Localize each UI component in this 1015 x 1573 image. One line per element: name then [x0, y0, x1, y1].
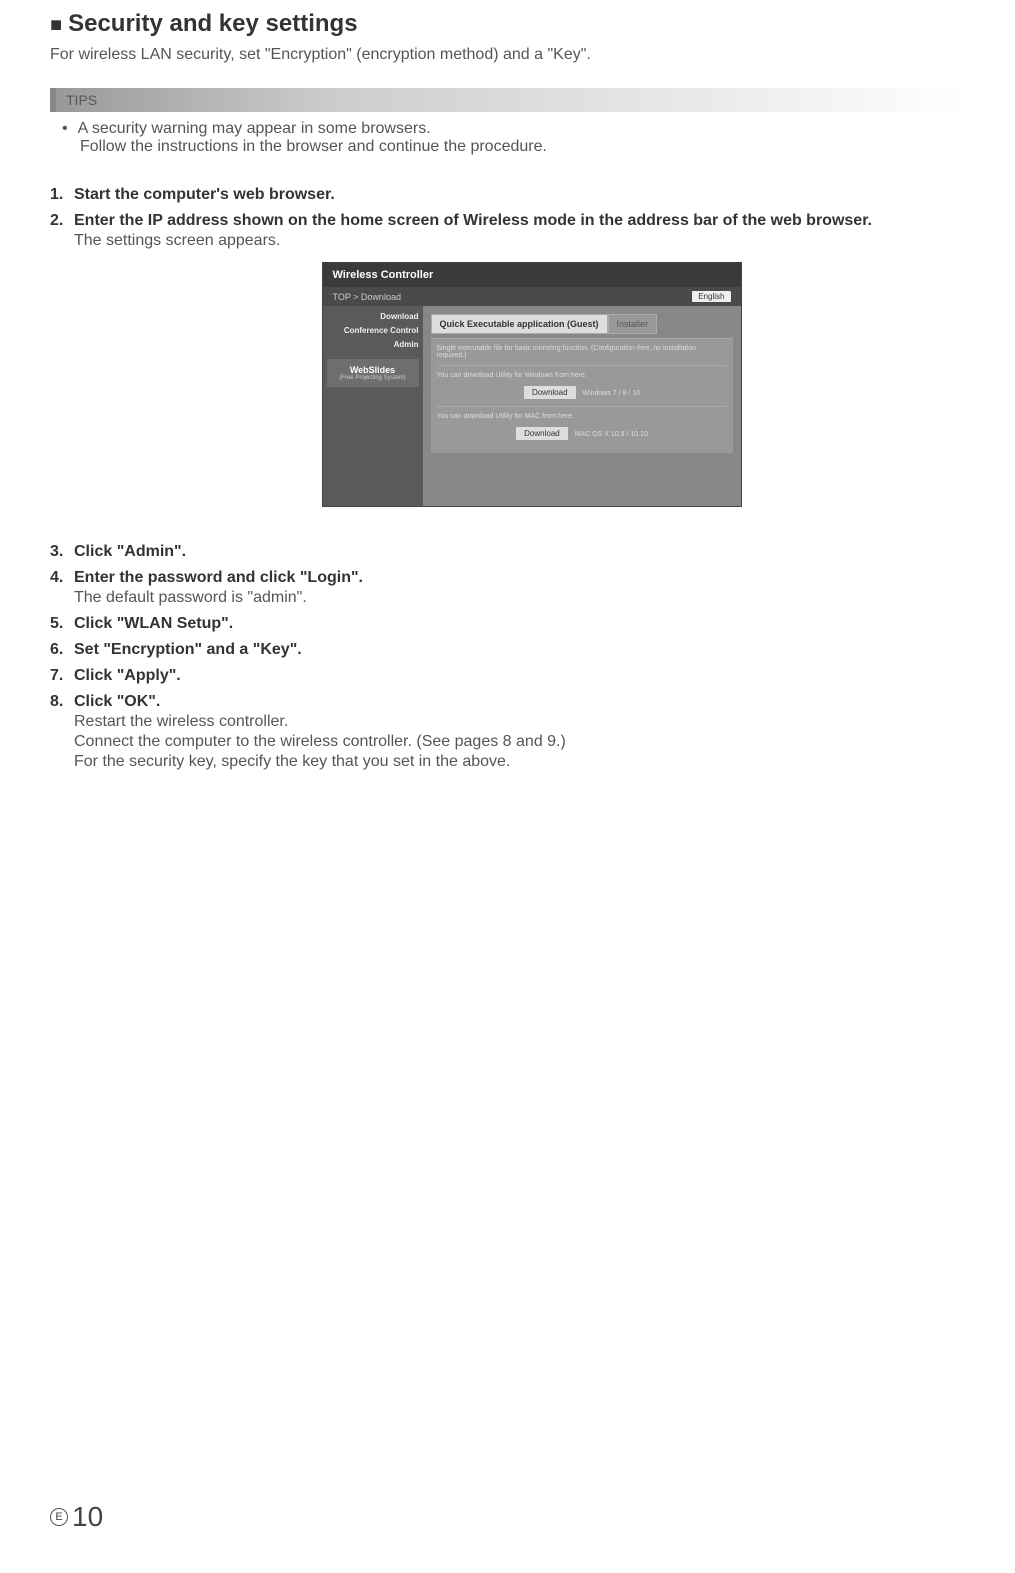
step-number: 1. — [50, 186, 74, 204]
step-text: Set "Encryption" and a "Key". — [74, 641, 965, 659]
download-windows-button[interactable]: Download — [523, 385, 577, 400]
screenshot-panel: Single executable file for basic mirrori… — [431, 338, 733, 453]
step-text: Enter the password and click "Login". — [74, 569, 965, 587]
step-6: 6. Set "Encryption" and a "Key". — [50, 641, 965, 659]
sidebar-item-admin[interactable]: Admin — [327, 340, 419, 349]
mac-text: You can download Utility for MAC from he… — [437, 413, 727, 420]
tips-header: TIPS — [50, 88, 965, 112]
sidebar-item-download[interactable]: Download — [327, 312, 419, 321]
windows-os-label: Windows 7 / 8 / 10 — [582, 390, 640, 397]
intro-text: For wireless LAN security, set "Encrypti… — [50, 46, 965, 64]
page-number: 10 — [72, 1501, 103, 1533]
step-subtext: The settings screen appears. — [74, 232, 965, 250]
webslides-label: WebSlides — [331, 365, 415, 375]
step-5: 5. Click "WLAN Setup". — [50, 615, 965, 633]
screenshot-breadcrumb-row: TOP > Download English — [323, 287, 741, 306]
step-text: Start the computer's web browser. — [74, 186, 965, 204]
breadcrumb: TOP > Download — [333, 292, 401, 302]
step-3: 3. Click "Admin". — [50, 543, 965, 561]
mac-os-label: MAC OS X 10.9 / 10.10 — [575, 431, 648, 438]
square-bullet-icon: ■ — [50, 14, 62, 36]
step-text: Click "OK". — [74, 693, 965, 711]
step-subtext-2: Connect the computer to the wireless con… — [74, 733, 965, 751]
steps-list: 1. Start the computer's web browser. 2. … — [50, 186, 965, 771]
step-7: 7. Click "Apply". — [50, 667, 965, 685]
bullet-dot-icon: • — [62, 120, 68, 138]
sidebar-item-conference[interactable]: Conference Control — [327, 326, 419, 335]
step-subtext-1: Restart the wireless controller. — [74, 713, 965, 731]
step-number: 8. — [50, 693, 74, 771]
step-number: 6. — [50, 641, 74, 659]
step-number: 5. — [50, 615, 74, 633]
step-2: 2. Enter the IP address shown on the hom… — [50, 212, 965, 535]
step-text: Enter the IP address shown on the home s… — [74, 212, 965, 230]
divider — [437, 365, 727, 366]
step-subtext-3: For the security key, specify the key th… — [74, 753, 965, 771]
screenshot-titlebar: Wireless Controller — [323, 263, 741, 287]
step-number: 2. — [50, 212, 74, 535]
step-text: Click "Admin". — [74, 543, 965, 561]
step-4: 4. Enter the password and click "Login".… — [50, 569, 965, 607]
tab-installer[interactable]: Installer — [608, 314, 658, 334]
edition-e-icon: E — [50, 1508, 68, 1526]
tab-quick-executable[interactable]: Quick Executable application (Guest) — [431, 314, 608, 334]
page-footer: E 10 — [50, 1501, 103, 1533]
tips-box: TIPS • A security warning may appear in … — [50, 88, 965, 156]
step-text: Click "WLAN Setup". — [74, 615, 965, 633]
title-text: Security and key settings — [68, 10, 357, 37]
step-8: 8. Click "OK". Restart the wireless cont… — [50, 693, 965, 771]
step-number: 3. — [50, 543, 74, 561]
settings-screenshot: Wireless Controller TOP > Download Engli… — [98, 262, 965, 507]
step-subtext: The default password is "admin". — [74, 589, 965, 607]
tips-content: • A security warning may appear in some … — [50, 112, 965, 156]
screenshot-tabs: Quick Executable application (Guest) Ins… — [431, 314, 733, 334]
step-text: Click "Apply". — [74, 667, 965, 685]
step-number: 4. — [50, 569, 74, 607]
tips-line2: Follow the instructions in the browser a… — [80, 138, 965, 156]
sidebar-webslides[interactable]: WebSlides (Free Projecting System) — [327, 359, 419, 387]
step-number: 7. — [50, 667, 74, 685]
webslides-sublabel: (Free Projecting System) — [331, 375, 415, 381]
panel-description: Single executable file for basic mirrori… — [437, 345, 727, 359]
download-mac-button[interactable]: Download — [515, 426, 569, 441]
windows-text: You can download Utility for Windows fro… — [437, 372, 727, 379]
step-1: 1. Start the computer's web browser. — [50, 186, 965, 204]
divider — [437, 406, 727, 407]
language-selector[interactable]: English — [692, 291, 730, 302]
screenshot-main: Quick Executable application (Guest) Ins… — [423, 306, 741, 506]
section-title: ■ Security and key settings — [50, 10, 965, 38]
screenshot-sidebar: Download Conference Control Admin WebSli… — [323, 306, 423, 506]
tips-line1: A security warning may appear in some br… — [78, 120, 431, 138]
